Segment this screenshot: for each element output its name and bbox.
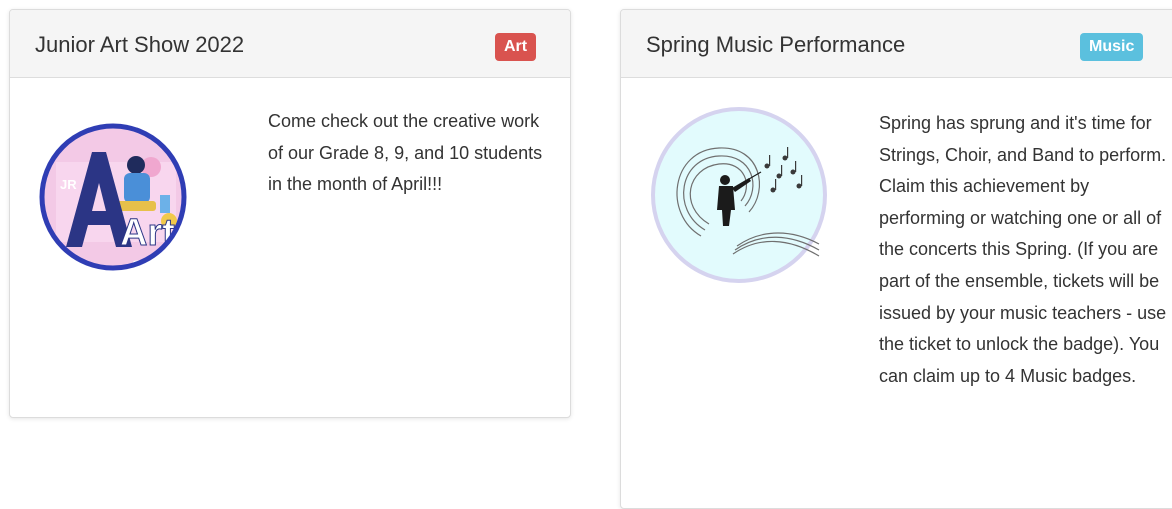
achievement-card-music-performance[interactable]: Spring Music Performance Music Spring ha… [620, 9, 1172, 509]
category-badge-art: Art [495, 33, 537, 61]
card-header: Spring Music Performance Music [621, 10, 1172, 78]
achievement-card-art-show[interactable]: Junior Art Show 2022 Art Art JR SHOW Com… [9, 9, 571, 418]
card-title: Junior Art Show 2022 [35, 32, 245, 57]
art-show-word: Art [120, 212, 175, 254]
card-title: Spring Music Performance [646, 32, 906, 57]
art-show-jr-text: JR [60, 177, 77, 192]
art-show-badge-image: Art JR SHOW [36, 107, 190, 287]
music-conductor-badge-image [649, 106, 829, 284]
card-description: Come check out the creative work of our … [268, 111, 543, 195]
card-description: Spring has sprung and it's time for Stri… [879, 113, 1167, 386]
category-badge-music: Music [1080, 33, 1144, 61]
card-header: Junior Art Show 2022 Art [10, 10, 570, 78]
